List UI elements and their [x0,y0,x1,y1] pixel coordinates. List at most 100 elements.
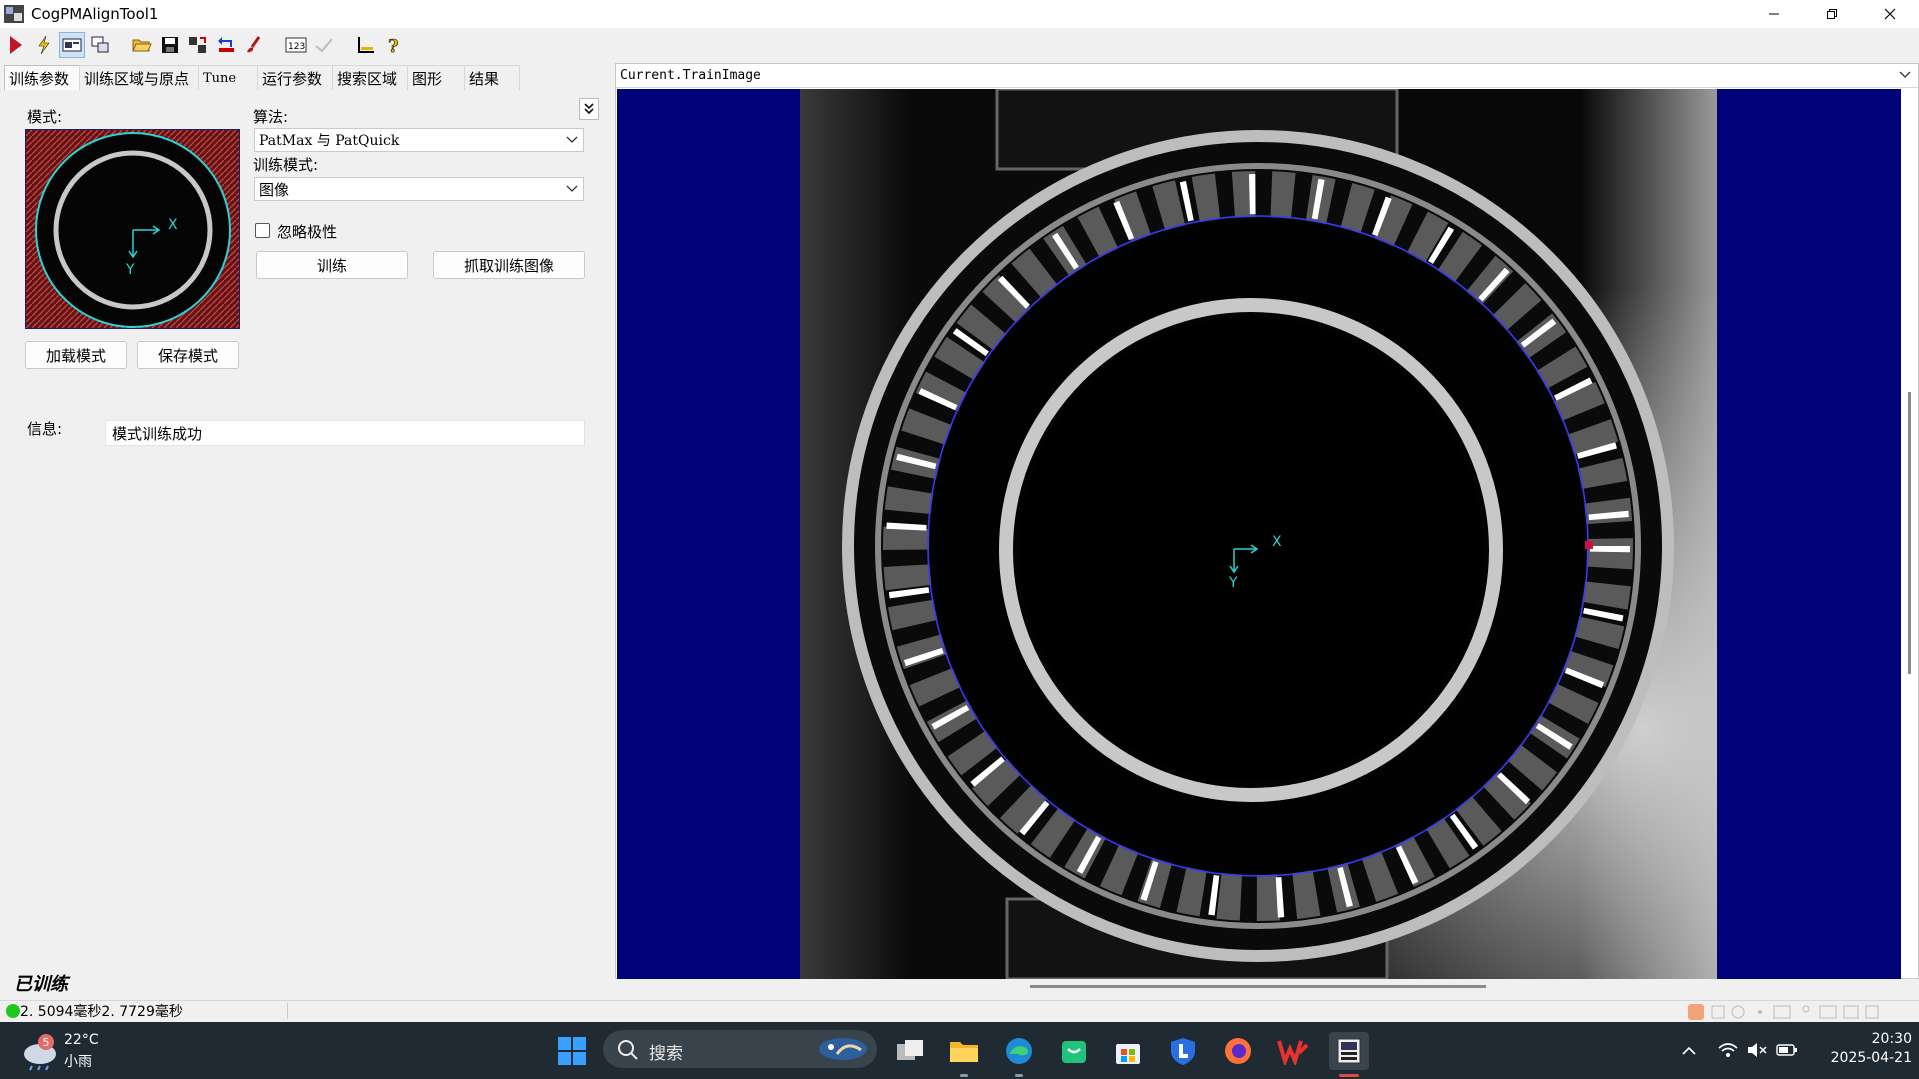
volume-muted-icon [1748,1043,1767,1057]
close-icon [1884,8,1896,20]
load-pattern-button[interactable]: 加载模式 [25,341,127,369]
firefox-button[interactable] [1220,1034,1256,1068]
check-button[interactable] [311,32,337,58]
store-icon [1116,1044,1140,1064]
grab-train-image-button[interactable]: 抓取训练图像 [433,251,585,279]
resize-handle[interactable] [1585,541,1593,549]
save-icon [162,37,178,53]
horizontal-scrollbar[interactable] [1030,985,1486,988]
search-highlight-icon [819,1038,867,1060]
measure-button[interactable] [353,32,379,58]
shield-icon [1171,1038,1195,1065]
visionpro-button[interactable] [1329,1032,1369,1070]
tab-run-params[interactable]: 运行参数 [257,65,333,90]
visionpro-app-icon [1337,1038,1361,1064]
weather-widget[interactable]: 5 22°C 小雨 [18,1030,128,1072]
trained-status: 已训练 [14,974,68,995]
pattern-axis-x: X [168,217,178,233]
chevron-up-icon [1682,1046,1696,1055]
origin-axis-y: Y [1228,575,1238,591]
show-image-button[interactable] [59,32,85,58]
wps-button[interactable] [1275,1034,1311,1068]
battery-button[interactable] [1775,1038,1799,1062]
weather-rain-icon: 5 [24,1034,56,1071]
task-view-button[interactable] [892,1034,928,1068]
wechat-work-button[interactable] [1056,1034,1092,1068]
folder-icon [950,1042,978,1062]
train-mode-select[interactable]: 图像 [254,177,584,201]
start-button[interactable] [556,1035,588,1067]
image-canvas[interactable]: X Y [617,87,1901,981]
run-button[interactable] [3,32,29,58]
ignore-polarity-checkbox[interactable] [255,223,270,238]
title-bar: CogPMAlignTool1 [0,0,1919,28]
open-button[interactable] [129,32,155,58]
chevron-down-icon [566,136,578,143]
train-button[interactable]: 训练 [256,251,408,279]
double-chevron-down-icon [584,103,594,115]
ruler-icon [358,37,374,53]
taskbar-clock[interactable]: 20:30 2025-04-21 [1800,1030,1912,1068]
pattern-axis-y: Y [125,262,135,278]
file-explorer-button[interactable] [946,1034,982,1068]
edit-button[interactable] [241,32,267,58]
chevron-down-icon [566,185,578,192]
checkmark-disabled-icon [315,38,333,53]
network-button[interactable] [1716,1038,1740,1062]
security-app-button[interactable] [1165,1034,1201,1068]
electric-button[interactable] [31,32,57,58]
import-button[interactable] [185,32,211,58]
minimize-button[interactable] [1745,0,1803,28]
help-icon: ? [388,36,399,55]
status-bar: 2. 5094毫秒2. 7729毫秒 [0,1000,1919,1021]
store-button[interactable] [1110,1034,1146,1068]
save-button[interactable] [157,32,183,58]
task-view-icon [897,1040,923,1060]
image-source-select[interactable]: Current.TrainImage [616,64,1918,88]
restore-button[interactable] [1803,0,1861,28]
train-params-panel: 模式: X Y 加载模式 保存模式 算法: PatMax 与 PatQuick … [4,90,604,994]
minimize-icon [1769,13,1779,15]
image-window-icon [62,38,82,52]
toolbar: 123 ? [0,29,1919,61]
tab-train-params[interactable]: 训练参数 [4,65,80,90]
info-field: 模式训练成功 [105,420,585,446]
tab-search-region[interactable]: 搜索区域 [332,65,408,90]
image-source-value: Current.TrainImage [620,68,761,83]
tab-tune[interactable]: Tune [198,65,258,90]
import-icon [189,37,206,53]
help-button[interactable]: ? [381,32,407,58]
tab-graphics[interactable]: 图形 [407,65,465,90]
reset-button[interactable] [213,32,239,58]
algorithm-select[interactable]: PatMax 与 PatQuick [254,128,584,152]
battery-icon [1776,1044,1797,1056]
save-pattern-button[interactable]: 保存模式 [137,341,239,369]
algorithm-label: 算法: [253,108,289,126]
collapse-button[interactable] [579,98,599,120]
origin-axis-x: X [1272,534,1282,550]
wps-icon [1277,1040,1309,1065]
show-hidden-icons-button[interactable] [1678,1039,1700,1061]
app-window: CogPMAlignTool1 123 ? 训练参数 训练区域与原点 Tune … [0,0,1919,1079]
number-button[interactable]: 123 [283,32,309,58]
local-display-button[interactable] [87,32,113,58]
tab-train-region-origin[interactable]: 训练区域与原点 [79,65,199,90]
train-image: X Y [800,87,1717,981]
close-button[interactable] [1861,0,1919,28]
volume-button[interactable] [1745,1038,1769,1062]
clock-date: 2025-04-21 [1830,1050,1912,1066]
tab-results[interactable]: 结果 [464,65,520,90]
pattern-label: 模式: [27,108,63,126]
info-label: 信息: [27,420,63,438]
edge-button[interactable] [1001,1034,1037,1068]
green-bag-icon [1062,1041,1086,1063]
vertical-scrollbar[interactable] [1908,392,1911,674]
chevron-down-icon [1899,71,1911,78]
wifi-icon [1718,1043,1738,1057]
weather-temp: 22°C [64,1032,99,1048]
app-icon [4,5,24,23]
windows-logo-icon [558,1037,586,1065]
taskbar-search[interactable]: 搜索 [603,1030,877,1068]
timing-text: 2. 5094毫秒2. 7729毫秒 [20,1004,183,1020]
brush-icon [247,36,261,53]
